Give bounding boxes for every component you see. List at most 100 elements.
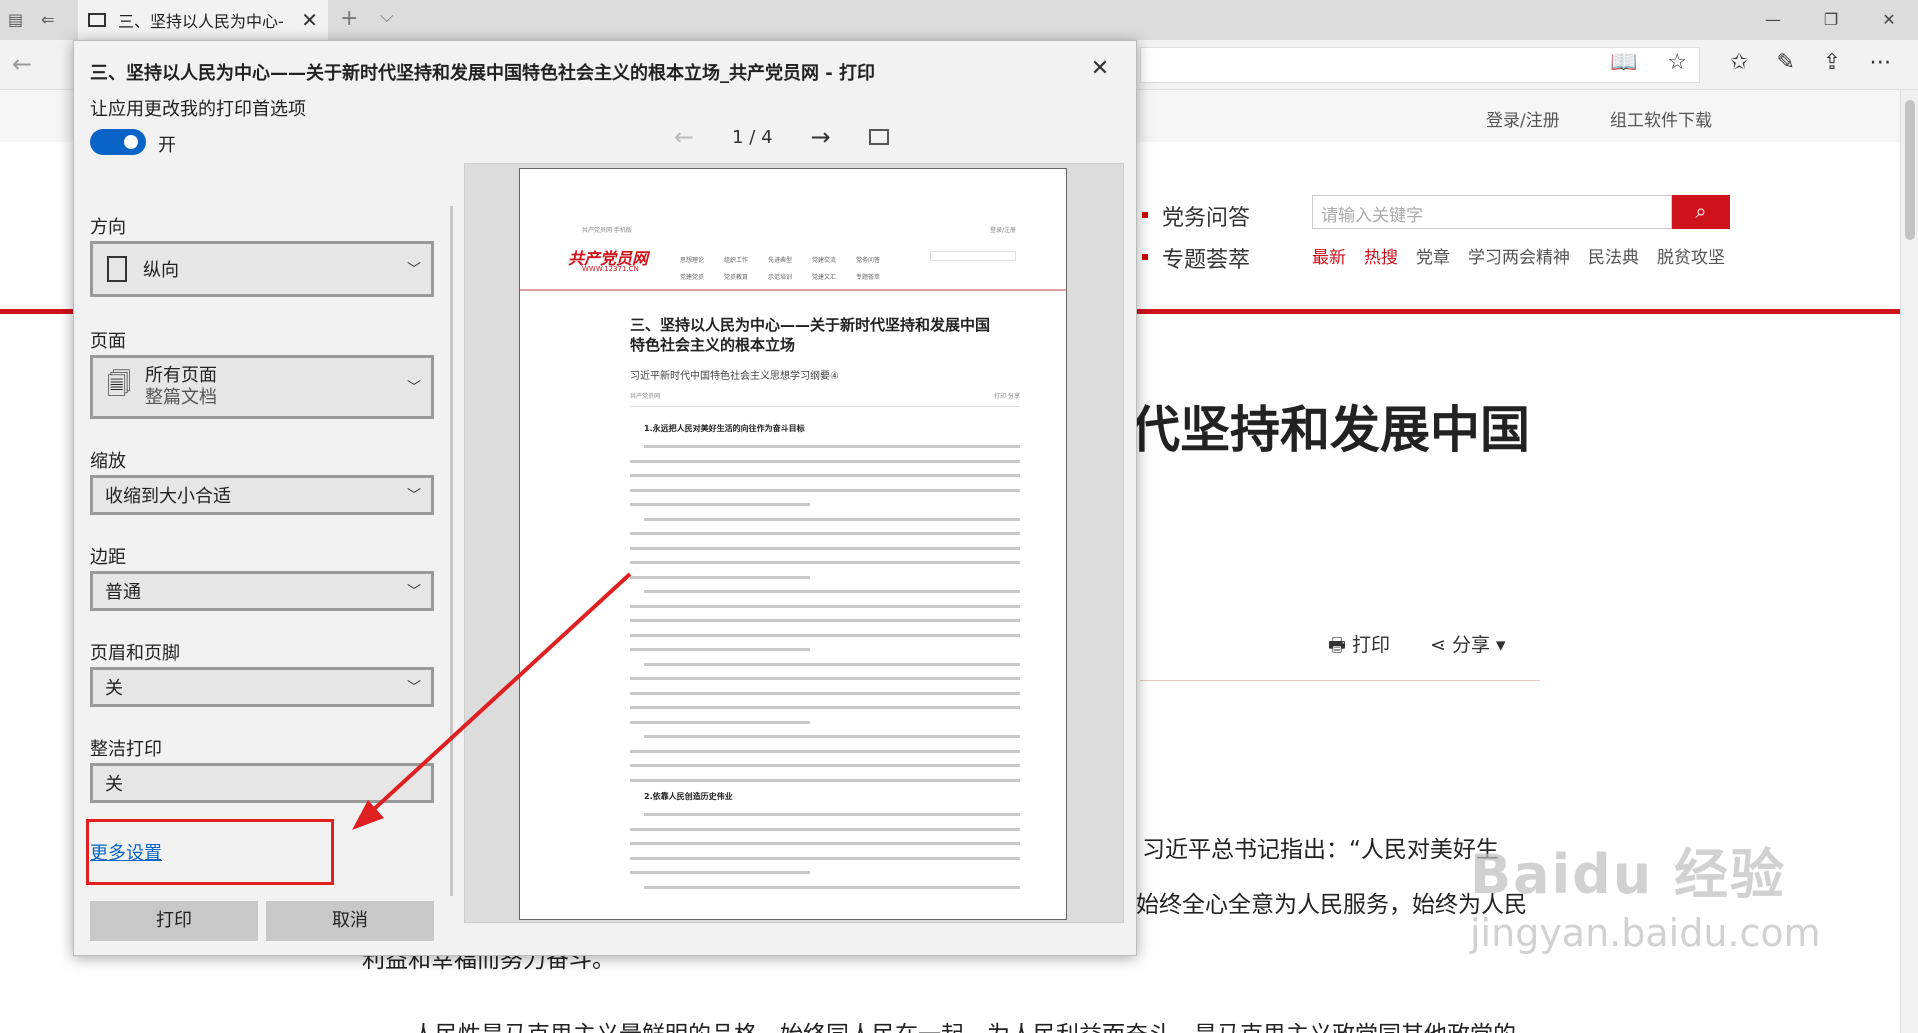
preview-text-line — [630, 706, 1020, 709]
margins-select[interactable]: 普通 ﹀ — [90, 571, 434, 611]
preview-text-line — [630, 474, 1020, 477]
more-icon[interactable]: ⋯ — [1869, 50, 1891, 75]
close-tab-icon[interactable]: ✕ — [301, 8, 318, 32]
scale-value: 收缩到大小合适 — [105, 486, 231, 507]
restore-tabs-icon[interactable]: ⇐ — [41, 10, 54, 29]
preview-article-subtitle: 习近平新时代中国特色社会主义思想学习纲要④ — [630, 371, 839, 382]
orientation-label: 方向 — [90, 217, 126, 238]
clean-print-value: 关 — [105, 774, 123, 795]
header-footer-value: 关 — [105, 678, 123, 699]
share-icon[interactable]: ⇪ — [1823, 50, 1841, 75]
hot-link-constitution[interactable]: 党章 — [1416, 243, 1450, 268]
bullet-icon — [1142, 254, 1148, 260]
print-link[interactable]: 🖶 打印 — [1328, 630, 1390, 663]
margins-label: 边距 — [90, 547, 126, 568]
preview-topbar-text: 共产党员网 手机版 — [582, 227, 632, 234]
back-button[interactable]: ← — [12, 50, 32, 78]
hot-link-civil-code[interactable]: 民法典 — [1588, 243, 1639, 268]
preview-text-line — [630, 871, 810, 874]
preview-brand-url: WWW.12371.CN — [582, 265, 639, 273]
preview-text-line — [630, 575, 810, 579]
page-scrollbar[interactable] — [1900, 90, 1918, 1033]
preview-menu-item: 党建文汇 — [812, 274, 837, 281]
cancel-button[interactable]: 取消 — [266, 901, 434, 941]
scale-label: 缩放 — [90, 451, 126, 472]
article-headline: 代坚持和发展中国 — [1130, 401, 1530, 459]
print-button[interactable]: 打印 — [90, 901, 258, 941]
tools-divider — [1140, 680, 1540, 681]
dialog-close-button[interactable]: ✕ — [1080, 51, 1120, 87]
previous-page-icon[interactable]: ← — [674, 123, 694, 151]
hot-link-two-sessions[interactable]: 学习两会精神 — [1468, 243, 1570, 268]
preview-menu-item: 党建党员 — [680, 274, 705, 281]
clean-print-select[interactable]: 关 — [90, 763, 434, 803]
tabs-aside-icon[interactable]: ▤ — [8, 10, 23, 29]
preview-menu-item: 党建交流 — [812, 257, 837, 264]
preview-red-divider — [520, 289, 1066, 291]
pages-subvalue: 整篇文档 — [144, 387, 217, 408]
active-tab[interactable]: 三、坚持以人民为中心- ✕ — [78, 0, 328, 40]
hot-links: 最新 热搜 党章 学习两会精神 民法典 脱贫攻坚 — [1312, 243, 1725, 268]
preview-menu-item: 先进典型 — [768, 257, 793, 264]
new-tab-button[interactable]: + — [340, 6, 358, 31]
preview-login-text: 登录/注册 — [990, 227, 1017, 234]
minimize-button[interactable]: — — [1744, 0, 1802, 40]
margins-value: 普通 — [105, 582, 141, 603]
watermark-url: jingyan.baidu.com — [1470, 911, 1821, 955]
preview-text-line — [644, 445, 1020, 448]
hot-link-poverty[interactable]: 脱贫攻坚 — [1657, 243, 1725, 268]
scale-select[interactable]: 收缩到大小合适 ﹀ — [90, 475, 434, 515]
preview-meta-row: 共产党员网 打印 分享 — [630, 391, 1020, 407]
share-link[interactable]: ⋖ 分享 ▾ — [1430, 630, 1506, 663]
clean-print-label: 整洁打印 — [90, 739, 162, 760]
software-download-link[interactable]: 组工软件下载 — [1610, 106, 1712, 131]
preview-text-line — [630, 488, 1020, 492]
pen-icon[interactable]: ✎ — [1776, 50, 1794, 75]
preview-text-line — [630, 842, 1020, 845]
preview-text-line — [630, 749, 1020, 753]
maximize-button[interactable]: ❐ — [1802, 0, 1860, 40]
reading-view-icon[interactable]: 📖 — [1610, 50, 1637, 75]
preview-menu: 思想理论 组织工作 先进典型 党建交流 党务问答 党建党员 党员教育 示范培训 … — [680, 255, 900, 281]
hot-link-latest[interactable]: 最新 — [1312, 243, 1346, 268]
header-footer-label: 页眉和页脚 — [90, 643, 180, 664]
preview-text-line — [644, 517, 1020, 521]
preview-text-line — [630, 691, 1020, 695]
tab-bar: ▤ ⇐ 三、坚持以人民为中心- ✕ + ⌵ — ❐ ✕ — [0, 0, 1918, 40]
nav-party-qa[interactable]: 党务问答 — [1162, 200, 1250, 232]
next-page-icon[interactable]: → — [811, 123, 831, 151]
preview-text-line — [630, 827, 1020, 831]
login-link[interactable]: 登录/注册 — [1486, 106, 1560, 131]
preview-text-line — [630, 604, 1020, 608]
article-text: 始终全心全意为人民服务，始终为人民 — [1136, 892, 1527, 918]
preference-toggle[interactable] — [90, 129, 146, 155]
print-dialog: 三、坚持以人民为中心——关于新时代坚持和发展中国特色社会主义的根本立场_共产党员… — [73, 40, 1137, 956]
hot-link-trending[interactable]: 热搜 — [1364, 243, 1398, 268]
pages-select[interactable]: 🗐 所有页面 整篇文档 ﹀ — [90, 355, 434, 419]
preview-text-line — [630, 764, 1020, 767]
nav-topics[interactable]: 专题荟萃 — [1162, 242, 1250, 274]
portrait-page-icon — [107, 256, 127, 282]
page-indicator: 1 / 4 — [732, 126, 773, 148]
preview-text-line — [630, 532, 1020, 535]
baidu-watermark: Baidu 经验 jingyan.baidu.com — [1470, 830, 1821, 955]
orientation-select[interactable]: 纵向 ﹀ — [90, 241, 434, 297]
scroll-thumb[interactable] — [1905, 100, 1915, 240]
pages-value: 所有页面 — [144, 365, 217, 386]
site-search-button[interactable]: ⌕ — [1672, 195, 1730, 229]
close-window-button[interactable]: ✕ — [1860, 0, 1918, 40]
site-search-input[interactable]: 请输入关键字 — [1312, 195, 1672, 229]
favorite-star-icon[interactable]: ☆ — [1667, 50, 1687, 75]
favorites-hub-icon[interactable]: ✩ — [1730, 50, 1748, 75]
preview-menu-item: 党员教育 — [724, 274, 749, 281]
header-footer-select[interactable]: 关 ﹀ — [90, 667, 434, 707]
fit-page-icon[interactable] — [868, 129, 889, 145]
preview-text-line — [644, 735, 1020, 738]
preview-menu-item: 组织工作 — [724, 257, 749, 264]
preview-menu-item: 示范培训 — [768, 274, 793, 281]
settings-scrollbar[interactable] — [450, 206, 453, 896]
preview-text-line — [644, 662, 1020, 666]
preview-menu-item: 专题荟萃 — [856, 274, 881, 281]
tab-list-button[interactable]: ⌵ — [380, 6, 394, 27]
article-text: 习近平总书记指出：“人民对美好生 — [1142, 837, 1499, 863]
